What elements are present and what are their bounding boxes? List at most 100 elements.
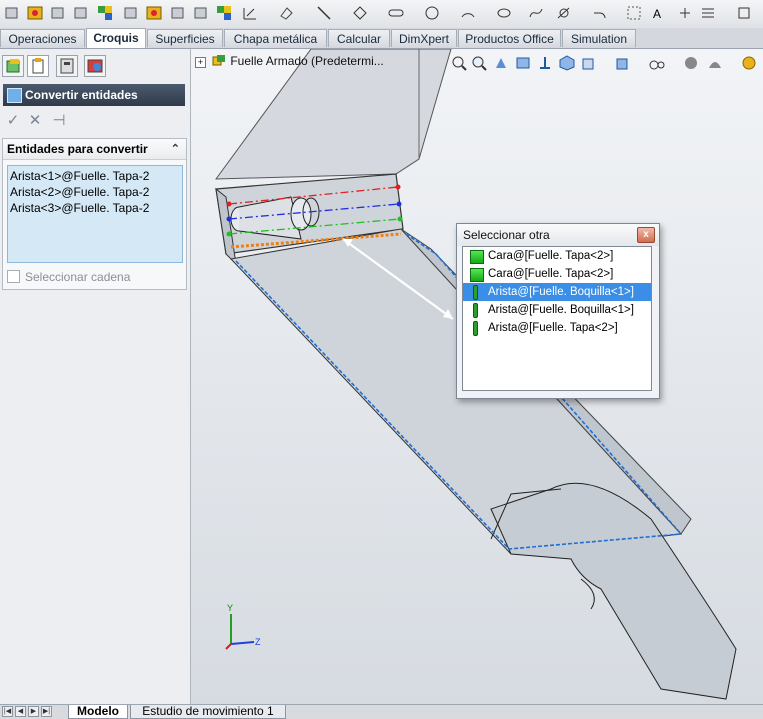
plane-icon[interactable] <box>736 5 752 21</box>
entities-group: Entidades para convertir ⌃ Arista<1>@Fue… <box>2 138 187 290</box>
view-orientation-icon[interactable] <box>559 55 575 71</box>
configuration-icon <box>60 58 74 74</box>
tab-calcular[interactable]: Calcular <box>328 29 390 47</box>
first-tab-icon[interactable]: |◀ <box>2 706 13 717</box>
prev-tab-icon[interactable]: ◀ <box>15 706 26 717</box>
coordinate-triad: Y Z <box>225 603 261 650</box>
polygon-icon[interactable] <box>352 5 368 21</box>
tab-modelo[interactable]: Modelo <box>68 705 128 719</box>
smart-dimension-icon[interactable] <box>242 5 258 21</box>
property-manager-title: Convertir entidades <box>3 84 185 106</box>
manager-tabs <box>0 55 190 77</box>
entities-list[interactable]: Arista<1>@Fuelle. Tapa-2 Arista<2>@Fuell… <box>7 165 183 263</box>
property-manager-panel: Convertir entidades ✓ ✕ ⊣ Entidades para… <box>0 49 191 704</box>
next-tab-icon[interactable]: ▶ <box>28 706 39 717</box>
tab-operaciones[interactable]: Operaciones <box>0 29 85 47</box>
layout-icon[interactable] <box>170 5 186 21</box>
last-tab-icon[interactable]: ▶| <box>41 706 52 717</box>
tab-productos-office[interactable]: Productos Office <box>458 29 561 47</box>
pin-icon[interactable]: ⊣ <box>50 112 68 130</box>
list-item[interactable]: Arista@[Fuelle. Boquilla<1>] <box>463 301 651 319</box>
drawing-icon[interactable] <box>193 5 209 21</box>
item-label: Arista@[Fuelle. Boquilla<1>] <box>488 304 634 316</box>
circle-icon[interactable] <box>424 5 440 21</box>
ellipse-icon[interactable] <box>496 5 512 21</box>
collapse-chevron-icon[interactable]: ⌃ <box>171 139 180 159</box>
zoom-to-fit-icon[interactable] <box>451 55 467 71</box>
close-button[interactable]: x <box>637 227 655 243</box>
expand-plus-icon[interactable]: + <box>195 57 206 68</box>
list-item[interactable]: Arista<2>@Fuelle. Tapa-2 <box>10 184 180 200</box>
item-label: Cara@[Fuelle. Tapa<2>] <box>488 250 614 262</box>
fillet-icon[interactable] <box>592 5 608 21</box>
face-icon <box>470 268 484 282</box>
part-icon[interactable] <box>123 5 139 21</box>
section-view-icon[interactable] <box>515 55 531 71</box>
feature-tree-flyout[interactable]: + Fuelle Armado (Predetermi... <box>195 53 384 69</box>
triad-y-label: Y <box>227 603 233 613</box>
text-icon[interactable]: A <box>650 5 666 21</box>
realview-icon[interactable] <box>741 55 757 71</box>
list-item[interactable]: Arista<3>@Fuelle. Tapa-2 <box>10 200 180 216</box>
edit-appearance-icon[interactable] <box>649 55 665 71</box>
feature-block-icon[interactable] <box>216 5 232 21</box>
zoom-area-icon[interactable] <box>471 55 487 71</box>
face-icon <box>470 250 484 264</box>
line-icon[interactable] <box>316 5 332 21</box>
list-item-selected[interactable]: Arista@[Fuelle. Boquilla<1>] <box>463 283 651 301</box>
conic-icon[interactable] <box>556 5 572 21</box>
pm-actions: ✓ ✕ ⊣ <box>4 112 104 132</box>
property-icon <box>32 58 44 74</box>
property-manager-tab[interactable] <box>27 55 49 77</box>
tab-croquis[interactable]: Croquis <box>86 28 146 48</box>
select-chain-option[interactable]: Seleccionar cadena <box>7 269 130 285</box>
tab-superficies[interactable]: Superficies <box>147 29 223 47</box>
tab-estudio-movimiento[interactable]: Estudio de movimiento 1 <box>130 705 286 719</box>
assembly-icon[interactable] <box>146 5 162 21</box>
select-chain-checkbox[interactable] <box>7 270 20 283</box>
block-icon[interactable] <box>97 5 113 21</box>
group-header[interactable]: Entidades para convertir ⌃ <box>3 139 186 160</box>
view-settings-icon[interactable] <box>707 55 723 71</box>
list-item[interactable]: Cara@[Fuelle. Tapa<2>] <box>463 247 651 265</box>
title-text: Convertir entidades <box>25 88 138 102</box>
select-chain-label: Seleccionar cadena <box>25 270 131 284</box>
configuration-manager-tab[interactable] <box>56 55 78 77</box>
centerline-icon[interactable] <box>677 5 693 21</box>
offset-entities-icon[interactable] <box>27 5 43 21</box>
tab-simulation[interactable]: Simulation <box>562 29 636 47</box>
list-item[interactable]: Cara@[Fuelle. Tapa<2>] <box>463 265 651 283</box>
tab-dimxpert[interactable]: DimXpert <box>391 29 457 47</box>
eraser-icon[interactable] <box>278 5 294 21</box>
list-item[interactable]: Arista<1>@Fuelle. Tapa-2 <box>10 168 180 184</box>
tab-chapa-metalica[interactable]: Chapa metálica <box>224 29 327 47</box>
feature-manager-tab[interactable] <box>2 55 24 77</box>
spline-icon[interactable] <box>528 5 544 21</box>
select-other-list[interactable]: Cara@[Fuelle. Tapa<2>] Cara@[Fuelle. Tap… <box>462 246 652 391</box>
convert-entities-title-icon <box>7 88 22 103</box>
ok-check-icon[interactable]: ✓ <box>4 112 22 130</box>
convert-entities-icon[interactable] <box>4 5 20 21</box>
slot-icon[interactable] <box>388 5 404 21</box>
cancel-x-icon[interactable]: ✕ <box>26 112 44 130</box>
command-manager-tabs: Operaciones Croquis Superficies Chapa me… <box>0 28 763 49</box>
arc-icon[interactable] <box>460 5 476 21</box>
apply-scene-icon[interactable] <box>683 55 699 71</box>
list-item[interactable]: Arista@[Fuelle. Tapa<2>] <box>463 319 651 337</box>
trim-icon[interactable] <box>700 5 716 21</box>
feature-tree-icon <box>6 59 20 73</box>
dynamic-annotation-icon[interactable] <box>537 55 553 71</box>
assembly-tree-icon <box>212 55 226 66</box>
edge-icon <box>473 321 478 336</box>
dialog-title-bar[interactable]: Seleccionar otra x <box>457 224 659 246</box>
edge-icon <box>473 285 478 300</box>
item-label: Cara@[Fuelle. Tapa<2>] <box>488 268 614 280</box>
select-other-dialog: Seleccionar otra x Cara@[Fuelle. Tapa<2>… <box>456 223 660 399</box>
previous-view-icon[interactable] <box>493 55 509 71</box>
display-style-icon[interactable] <box>581 55 597 71</box>
pattern-icon[interactable] <box>73 5 89 21</box>
mirror-icon[interactable] <box>50 5 66 21</box>
display-manager-tab[interactable] <box>84 55 106 77</box>
grid-icon[interactable] <box>626 5 642 21</box>
hide-show-items-icon[interactable] <box>615 55 631 71</box>
